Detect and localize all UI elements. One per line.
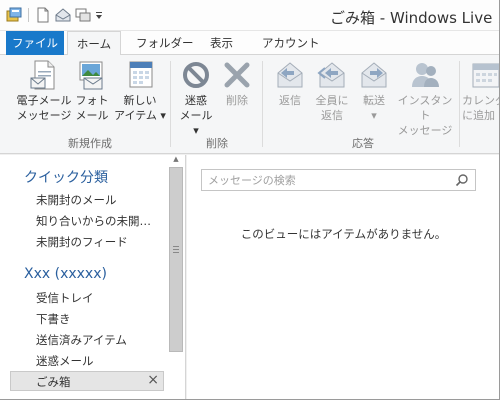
nav-item-unread-email[interactable]: 未開封のメール <box>36 192 160 208</box>
new-items-label-2: アイテム ▾ <box>114 109 166 122</box>
nav-item-drafts[interactable]: 下書き <box>36 311 160 327</box>
forward-icon <box>358 59 390 91</box>
delete-x-icon <box>221 59 253 91</box>
photo-email-button[interactable]: フォト メール <box>74 59 110 123</box>
scrollbar-grip <box>173 246 179 247</box>
new-items-label-1: 新しい <box>123 94 157 107</box>
instant-message-button[interactable]: インスタント メッセージ <box>394 59 456 138</box>
reply-button[interactable]: 返信 <box>270 59 310 108</box>
nav-item-deleted-selected[interactable]: ごみ箱 × <box>10 371 164 391</box>
tab-view[interactable]: 表示 <box>200 31 243 55</box>
sync-icon[interactable] <box>75 7 91 23</box>
photo-email-label-1: フォト <box>75 94 109 107</box>
nav-item-unread-feeds[interactable]: 未開封のフィード <box>36 234 160 250</box>
account-heading[interactable]: Xxx (xxxxx) <box>24 266 107 282</box>
photo-email-icon <box>76 59 108 91</box>
delete-label: 削除 <box>226 94 248 107</box>
junk-email-label-1: 迷惑 <box>185 94 207 107</box>
tab-account[interactable]: アカウント <box>252 31 330 55</box>
new-items-button[interactable]: 新しい アイテム ▾ <box>112 59 168 123</box>
group-label-delete: 削除 <box>206 137 228 150</box>
close-icon[interactable]: × <box>147 372 159 388</box>
ribbon: 電子メール メッセージ フォト メール 新しい アイテム ▾ 新規作成 迷惑 メ… <box>0 55 500 154</box>
group-label-new: 新規作成 <box>68 137 112 150</box>
contacts-icon <box>409 59 441 91</box>
reply-icon <box>274 59 306 91</box>
customize-icon[interactable] <box>95 7 103 23</box>
delete-button[interactable]: 削除 <box>220 59 254 108</box>
junk-email-button[interactable]: 迷惑 メール ▾ <box>176 59 216 138</box>
tab-folder[interactable]: フォルダー <box>126 31 204 55</box>
new-items-icon <box>124 59 156 91</box>
window-title: ごみ箱 - Windows Live メ <box>330 9 500 27</box>
new-icon[interactable] <box>35 7 51 23</box>
quick-access-toolbar <box>6 7 103 23</box>
scroll-up-arrow[interactable]: ▲ <box>170 155 182 165</box>
forward-label-1: 転送 <box>363 94 385 107</box>
forward-button[interactable]: 転送 ▾ <box>356 59 392 123</box>
nav-item-unread-from-contacts[interactable]: 知り合いからの未開封… <box>36 213 160 229</box>
photo-email-label-2: メール <box>75 109 109 122</box>
nav-item-inbox[interactable]: 受信トレイ <box>36 290 160 306</box>
email-message-label-1: 電子メール <box>16 94 72 107</box>
title-bar: ごみ箱 - Windows Live メ <box>0 0 500 31</box>
reply-all-icon <box>316 59 348 91</box>
email-message-label-2: メッセージ <box>16 109 72 122</box>
add-to-calendar-label-1: カレンダ <box>462 94 500 107</box>
email-message-icon <box>28 59 60 91</box>
reply-all-label-1: 全員に <box>315 94 349 107</box>
reply-label: 返信 <box>279 94 301 107</box>
tab-home[interactable]: ホーム <box>67 31 121 56</box>
send-receive-icon[interactable] <box>55 7 71 23</box>
block-icon <box>180 59 212 91</box>
message-list-pane: このビューにはアイテムがありません。 <box>187 155 500 400</box>
nav-item-deleted-label: ごみ箱 <box>36 375 71 389</box>
junk-email-label-2: メール ▾ <box>179 109 213 137</box>
reply-all-button[interactable]: 全員に 返信 <box>312 59 352 123</box>
group-divider <box>459 61 460 147</box>
search-box[interactable] <box>201 169 476 191</box>
nav-item-junk[interactable]: 迷惑メール <box>36 353 160 369</box>
instant-message-label-1: インスタント <box>397 94 453 122</box>
search-icon[interactable] <box>455 173 469 187</box>
group-label-respond: 応答 <box>352 137 374 150</box>
calendar-icon <box>470 59 500 91</box>
forward-label-2: ▾ <box>371 109 377 122</box>
folder-pane: ▲ クイック分類 未開封のメール 知り合いからの未開封… 未開封のフィード Xx… <box>0 155 186 400</box>
email-message-button[interactable]: 電子メール メッセージ <box>14 59 74 123</box>
nav-item-sent[interactable]: 送信済みアイテム <box>36 332 160 348</box>
empty-view-message: このビューにはアイテムがありません。 <box>240 227 447 241</box>
ribbon-tabs: ファイル ホーム フォルダー 表示 アカウント <box>0 31 500 56</box>
add-to-calendar-label-2: に追加 <box>462 109 495 122</box>
toolbar-divider <box>28 8 29 22</box>
add-to-calendar-button[interactable]: カレンダ に追加 <box>462 59 500 123</box>
app-icon[interactable] <box>6 7 22 23</box>
folder-pane-scrollbar[interactable] <box>169 167 183 352</box>
tab-file[interactable]: ファイル <box>6 31 64 55</box>
quick-views-heading[interactable]: クイック分類 <box>24 167 108 187</box>
reply-all-label-2: 返信 <box>321 109 343 122</box>
group-divider <box>170 61 171 147</box>
group-divider <box>262 61 263 147</box>
search-input[interactable] <box>202 170 447 190</box>
